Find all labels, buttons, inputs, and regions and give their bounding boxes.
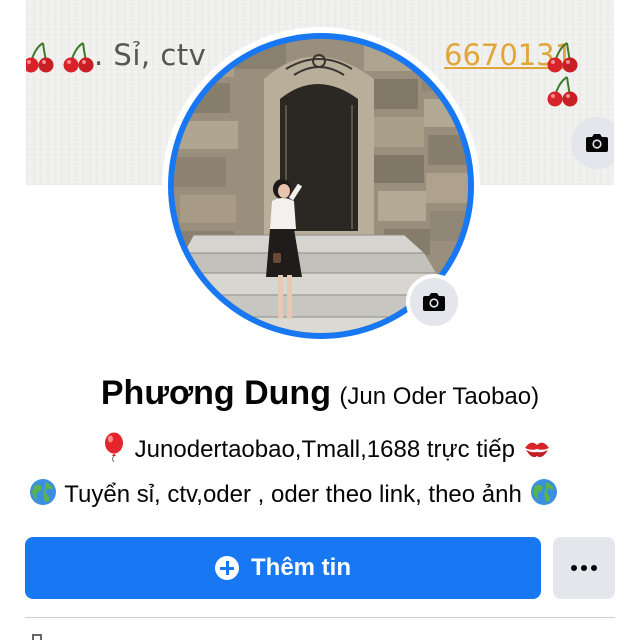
more-dot-icon [591,565,597,571]
add-to-story-label: Thêm tin [251,554,351,581]
profile-avatar[interactable] [162,27,480,345]
bio-line-1-text: Junodertaobao,Tmall,1688 trực tiếp [134,436,515,463]
globe-icon [30,479,56,505]
add-to-story-button[interactable]: Thêm tin [25,537,541,599]
bio-line-2-text: Tuyển sỉ, ctv,oder , oder theo link, the… [64,481,522,508]
profile-page: . Sỉ, ctv 6670131 Phương Dung (Jun Oder … [0,0,640,640]
camera-icon [586,134,608,152]
partial-icon [32,634,42,640]
globe-icon [530,479,557,505]
bio-line-2: Tuyển sỉ, ctv,oder , oder theo link, the… [28,477,559,509]
profile-name-row: Phương Dung (Jun Oder Taobao) [0,374,640,413]
kiss-mark-icon [524,442,549,458]
plus-circle-icon [215,556,239,580]
balloon-icon [105,432,123,462]
profile-alternate-name: (Jun Oder Taobao) [339,383,540,410]
section-divider [25,617,615,618]
more-dot-icon [581,565,587,571]
cover-camera-button[interactable] [571,117,614,169]
cherries-left-icon [26,40,98,74]
more-options-button[interactable] [553,537,615,599]
cherries-right-icon [546,40,614,108]
avatar-camera-button[interactable] [406,274,462,330]
profile-name: Phương Dung [100,374,331,412]
cover-caption: . Sỉ, ctv [94,38,207,72]
camera-icon [423,293,445,311]
more-dot-icon [571,565,577,571]
bio-line-1: Junodertaobao,Tmall,1688 trực tiếp [100,432,552,464]
